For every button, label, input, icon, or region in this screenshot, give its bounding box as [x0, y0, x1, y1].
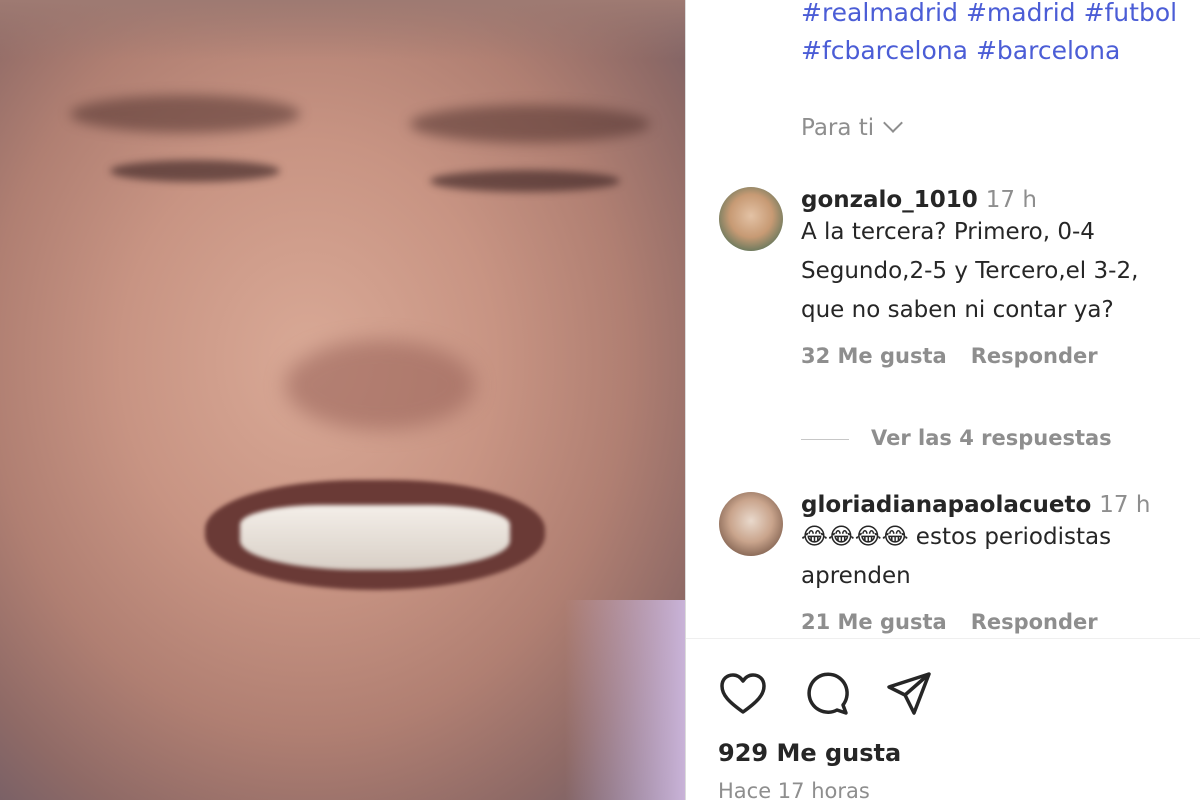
comment-username[interactable]: gloriadianapaolacueto: [801, 492, 1091, 518]
comment-likes[interactable]: 32 Me gusta: [801, 344, 947, 368]
reply-button[interactable]: Responder: [971, 344, 1098, 368]
comment-text: 😂😂😂😂 estos periodistas aprenden: [801, 524, 1112, 589]
avatar[interactable]: [719, 492, 783, 556]
media-left-eye: [110, 160, 280, 182]
comment-sort-dropdown[interactable]: Para ti: [801, 113, 904, 141]
media-nose: [285, 340, 475, 430]
hashtag-link[interactable]: #madrid: [966, 0, 1076, 27]
hashtag-link[interactable]: #barcelona: [976, 36, 1120, 65]
hashtag-link[interactable]: #realmadrid: [801, 0, 958, 27]
comment-likes[interactable]: 21 Me gusta: [801, 610, 947, 634]
comment-icon[interactable]: [802, 669, 852, 719]
replies-line: [801, 438, 849, 440]
hashtag-link[interactable]: #fcbarcelona: [801, 36, 968, 65]
chevron-down-icon: [883, 113, 904, 133]
comments-scroll-area[interactable]: #realmadrid #madrid #futbol #fcbarcelona #b…: [686, 0, 1200, 638]
media-corner-shade: [565, 600, 685, 800]
hashtag-link[interactable]: #futbol: [1084, 0, 1178, 27]
media-right-brow: [410, 105, 650, 143]
caption-hashtags: #realmadrid #madrid #futbol #fcbarcelona #b…: [801, 0, 1200, 70]
post-timestamp: Hace 17 horas: [718, 779, 870, 800]
heart-icon[interactable]: [718, 669, 768, 719]
comments-panel: #realmadrid #madrid #futbol #fcbarcelona #b…: [686, 0, 1200, 800]
media-top-shade: [0, 0, 685, 60]
comment-time[interactable]: 17 h: [1099, 492, 1150, 518]
share-icon[interactable]: [884, 669, 934, 719]
view-replies-label: Ver las 4 respuestas: [871, 426, 1112, 450]
sort-label: Para ti: [801, 115, 875, 141]
media-right-eye: [430, 170, 620, 192]
comment-time[interactable]: 17 h: [986, 187, 1037, 213]
view-replies-button[interactable]: Ver las 4 respuestas: [801, 426, 1112, 450]
avatar[interactable]: [719, 187, 783, 251]
comment-text: A la tercera? Primero, 0-4 Segundo,2-5 y…: [801, 219, 1139, 323]
media-teeth: [240, 505, 510, 570]
reply-button[interactable]: Responder: [971, 610, 1098, 634]
post-actions-bar: 929 Me gusta Hace 17 horas: [686, 638, 1200, 800]
likes-count[interactable]: 929 Me gusta: [718, 739, 901, 767]
media-left-brow: [70, 95, 300, 133]
comment-username[interactable]: gonzalo_1010: [801, 187, 978, 213]
post-video[interactable]: [0, 0, 685, 800]
